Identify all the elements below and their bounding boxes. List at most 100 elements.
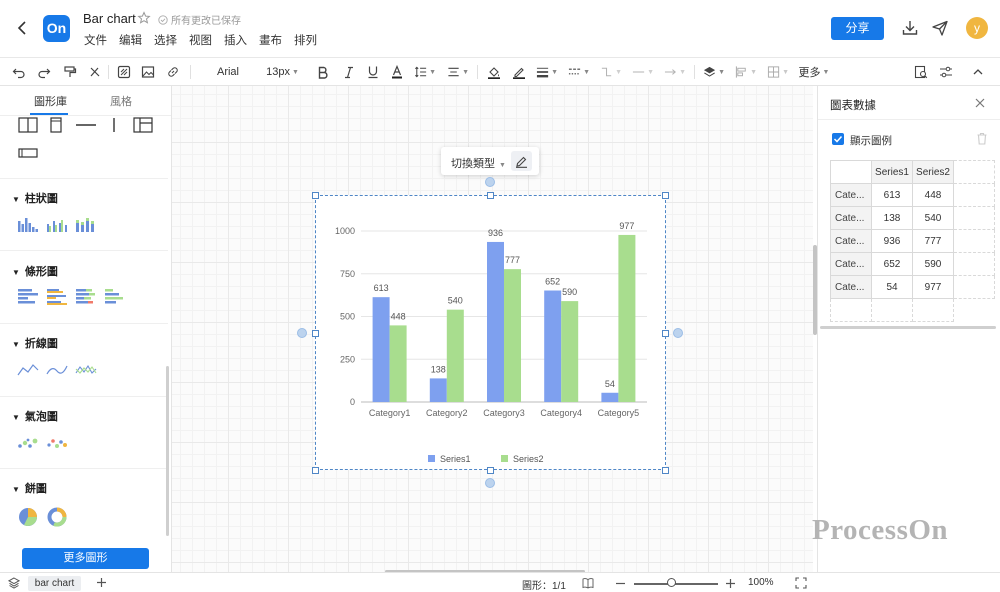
resize-handle-bottom[interactable] <box>487 467 494 474</box>
download-icon[interactable] <box>901 19 919 37</box>
more-shapes-button[interactable]: 更多圖形 <box>22 548 149 569</box>
shape-vertical-line[interactable] <box>110 117 118 133</box>
donut-chart-thumb[interactable] <box>46 506 68 528</box>
style-button[interactable] <box>116 63 132 81</box>
column-header-cell[interactable]: Series1 <box>871 160 913 184</box>
table-cell[interactable]: 977 <box>912 275 954 299</box>
link-button[interactable] <box>165 63 181 81</box>
connect-point-left[interactable] <box>297 328 307 338</box>
table-cell[interactable]: 590 <box>912 252 954 276</box>
line-style-button[interactable]: ▼ <box>568 63 590 81</box>
menu-view[interactable]: 视图 <box>189 32 212 48</box>
find-button[interactable] <box>913 63 929 81</box>
sidebar-scrollbar[interactable] <box>166 366 169 536</box>
layers-icon[interactable] <box>8 577 20 589</box>
edit-chart-button[interactable] <box>511 151 532 171</box>
italic-button[interactable] <box>342 63 356 81</box>
layer-button[interactable]: ▼ <box>703 63 725 81</box>
bold-button[interactable] <box>316 63 330 81</box>
empty-cell[interactable] <box>953 206 995 230</box>
fullscreen-icon[interactable] <box>795 577 807 589</box>
shape-grid-layout[interactable] <box>133 117 153 133</box>
menu-arrange[interactable]: 排列 <box>294 32 317 48</box>
column-header-cell[interactable]: Series2 <box>912 160 954 184</box>
share-button[interactable]: 分享 <box>831 17 884 40</box>
book-icon[interactable] <box>582 577 594 589</box>
connector-type-button[interactable]: ▼ <box>600 63 622 81</box>
table-cell[interactable]: 613 <box>871 183 913 207</box>
menu-file[interactable]: 文件 <box>84 32 107 48</box>
font-size-select[interactable]: 13px ▼ <box>265 63 300 81</box>
collapse-toolbar-button[interactable] <box>970 63 986 81</box>
row-header-cell[interactable]: Cate... <box>830 183 872 207</box>
section-column-charts[interactable]: ▼ 柱狀圖 <box>12 190 58 206</box>
shape-column[interactable] <box>49 117 63 133</box>
zoom-slider-track[interactable] <box>634 583 718 585</box>
format-painter-button[interactable] <box>62 63 78 81</box>
table-cell[interactable]: 540 <box>912 206 954 230</box>
font-color-button[interactable] <box>390 63 404 81</box>
shape-horizontal-line[interactable] <box>75 122 97 128</box>
resize-handle-top[interactable] <box>487 192 494 199</box>
column-chart-thumb-1[interactable] <box>17 217 39 233</box>
redo-button[interactable] <box>36 63 52 81</box>
empty-cell[interactable] <box>953 160 995 184</box>
section-line-charts[interactable]: ▼ 折線圖 <box>12 335 58 351</box>
tab-style[interactable]: 風格 <box>110 93 132 109</box>
empty-cell[interactable] <box>953 252 995 276</box>
document-title[interactable]: Bar chart <box>83 11 136 26</box>
bubble-chart-thumb-1[interactable] <box>17 436 39 450</box>
undo-button[interactable] <box>11 63 27 81</box>
line-spacing-button[interactable]: ▼ <box>414 63 436 81</box>
table-cell[interactable]: 448 <box>912 183 954 207</box>
image-button[interactable] <box>140 63 156 81</box>
empty-cell[interactable] <box>871 298 913 322</box>
page-tab[interactable]: bar chart <box>28 576 81 591</box>
zoom-out-icon[interactable] <box>615 578 626 589</box>
empty-cell[interactable] <box>912 298 954 322</box>
user-avatar[interactable]: y <box>966 17 988 39</box>
zoom-in-icon[interactable] <box>725 578 736 589</box>
bar-chart-thumb-2[interactable] <box>46 288 68 306</box>
line-width-button[interactable]: ▼ <box>536 63 558 81</box>
resize-handle-top-left[interactable] <box>312 192 319 199</box>
section-bubble-charts[interactable]: ▼ 氣泡圖 <box>12 408 58 424</box>
chart-shape[interactable]: 0 250 500 750 1000 613 448 Category1 138 540 Categ… <box>315 195 666 470</box>
zoom-slider-knob[interactable] <box>667 578 676 587</box>
align-shapes-button[interactable]: ▼ <box>735 63 757 81</box>
row-header-cell[interactable]: Cate... <box>830 229 872 253</box>
bar-chart-thumb-1[interactable] <box>17 288 39 306</box>
connect-point-top[interactable] <box>485 177 495 187</box>
connect-point-right[interactable] <box>673 328 683 338</box>
line-chart-thumb-3[interactable] <box>75 363 97 377</box>
table-cell[interactable]: 936 <box>871 229 913 253</box>
bubble-chart-thumb-2[interactable] <box>46 436 68 450</box>
menu-edit[interactable]: 编辑 <box>119 32 142 48</box>
empty-cell[interactable] <box>830 298 872 322</box>
send-icon[interactable] <box>931 19 949 37</box>
bar-chart-thumb-3[interactable] <box>75 288 97 306</box>
table-cell[interactable]: 54 <box>871 275 913 299</box>
underline-button[interactable] <box>366 63 380 81</box>
trash-icon[interactable] <box>976 132 988 145</box>
column-chart-thumb-3[interactable] <box>75 217 97 233</box>
font-family-select[interactable]: Arial <box>208 63 248 81</box>
line-color-button[interactable] <box>511 63 527 81</box>
menu-insert[interactable]: 插入 <box>224 32 247 48</box>
line-end-button[interactable]: ▼ <box>664 63 686 81</box>
connect-point-bottom[interactable] <box>485 478 495 488</box>
column-chart-thumb-2[interactable] <box>46 217 68 233</box>
row-header-cell[interactable]: Cate... <box>830 275 872 299</box>
row-header-cell[interactable]: Cate... <box>830 252 872 276</box>
star-icon[interactable] <box>137 11 151 25</box>
fill-color-button[interactable] <box>486 63 502 81</box>
text-align-button[interactable]: ▼ <box>447 63 469 81</box>
more-tools-button[interactable]: 更多 ▼ <box>798 63 830 81</box>
resize-handle-bottom-right[interactable] <box>662 467 669 474</box>
row-header-cell[interactable]: Cate... <box>830 206 872 230</box>
line-chart-thumb-2[interactable] <box>46 363 68 377</box>
line-start-button[interactable]: ▼ <box>632 63 654 81</box>
add-page-icon[interactable] <box>96 577 107 588</box>
panel-horizontal-scrollbar[interactable] <box>820 326 996 329</box>
settings-button[interactable] <box>938 63 954 81</box>
